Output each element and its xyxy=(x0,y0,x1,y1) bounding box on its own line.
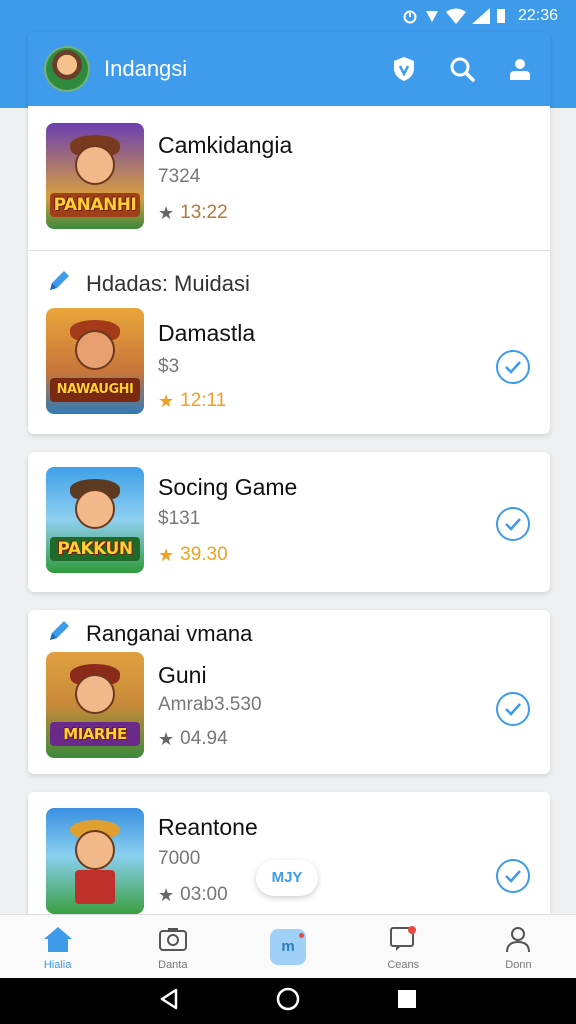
game-subtitle: $3 xyxy=(158,356,180,377)
bottom-nav: Hialia Danta m Ceans Donn xyxy=(0,914,576,978)
check-icon[interactable] xyxy=(496,859,530,893)
back-icon[interactable] xyxy=(159,988,179,1015)
divider xyxy=(28,250,550,251)
game-thumbnail xyxy=(46,808,144,914)
game-subtitle: 7000 xyxy=(158,848,201,869)
star-icon: ★ xyxy=(158,884,175,905)
nav-label: Danta xyxy=(158,958,188,971)
section-header: Hdadas: Muidasi xyxy=(46,268,250,300)
nav-label: Ceans xyxy=(387,958,420,971)
nav-item-camera[interactable]: Danta xyxy=(115,915,230,978)
top-card: PANANHI Camkidangia 7324 ★ 13:22 Hdadas:… xyxy=(28,106,550,434)
battery-icon xyxy=(496,8,506,24)
nav-item-home[interactable]: Hialia xyxy=(0,915,115,978)
status-bar: 22:36 xyxy=(0,0,576,32)
game-title: Camkidangia xyxy=(158,132,293,158)
home-button-icon[interactable] xyxy=(276,987,300,1016)
list-item[interactable]: PANANHI Camkidangia 7324 ★ 13:22 xyxy=(28,106,550,250)
center-icon: m xyxy=(270,928,306,965)
game-rating: ★ 04.94 xyxy=(158,728,228,749)
shield-icon[interactable] xyxy=(390,55,418,83)
header-actions xyxy=(390,55,534,83)
nav-item-chat[interactable]: Ceans xyxy=(346,915,461,978)
signal-icon xyxy=(471,8,490,24)
game-card[interactable]: Ranganai vmana MIARHE Guni Amrab3.530 ★ … xyxy=(28,610,550,774)
floating-pill-button[interactable]: MJY xyxy=(256,860,318,896)
location-icon xyxy=(424,8,440,24)
alarm-icon xyxy=(402,8,418,24)
app-header: Indangsi xyxy=(28,32,550,106)
game-subtitle: $131 xyxy=(158,508,201,529)
list-item[interactable]: NAWAUGHI Damastla $3 ★ 12:11 xyxy=(28,302,550,432)
chat-icon xyxy=(386,923,420,955)
check-icon[interactable] xyxy=(496,692,530,726)
app-title: Indangsi xyxy=(104,56,188,81)
check-icon[interactable] xyxy=(496,507,530,541)
pencil-icon xyxy=(46,618,72,650)
pencil-icon xyxy=(46,268,72,300)
star-icon: ★ xyxy=(158,202,175,223)
star-icon: ★ xyxy=(158,544,175,565)
nav-item-center[interactable]: m xyxy=(230,915,345,978)
game-rating: ★ 39.30 xyxy=(158,544,228,565)
game-card[interactable]: PAKKUN Socing Game $131 ★ 39.30 xyxy=(28,452,550,592)
wifi-icon xyxy=(445,8,466,24)
game-rating: ★ 13:22 xyxy=(158,202,228,223)
game-title: Reantone xyxy=(158,814,258,840)
game-title: Guni xyxy=(158,662,207,688)
star-icon: ★ xyxy=(158,390,175,411)
camera-icon xyxy=(156,923,190,955)
game-subtitle: Amrab3.530 xyxy=(158,694,262,715)
game-title: Socing Game xyxy=(158,474,298,500)
system-nav-bar xyxy=(0,978,576,1024)
game-rating: ★ 03:00 xyxy=(158,884,228,905)
profile-icon[interactable] xyxy=(506,55,534,83)
game-thumbnail: NAWAUGHI xyxy=(46,308,144,414)
game-thumbnail: PANANHI xyxy=(46,123,144,229)
nav-label: Donn xyxy=(505,958,532,971)
game-subtitle: 7324 xyxy=(158,166,201,187)
person-icon xyxy=(501,923,535,955)
check-icon[interactable] xyxy=(496,350,530,384)
recents-icon[interactable] xyxy=(397,989,417,1014)
avatar[interactable] xyxy=(44,46,90,92)
section-header: Ranganai vmana xyxy=(46,618,252,650)
nav-item-profile[interactable]: Donn xyxy=(461,915,576,978)
star-icon: ★ xyxy=(158,728,175,749)
game-card[interactable]: Reantone 7000 ★ 03:00 xyxy=(28,792,550,922)
game-thumbnail: MIARHE xyxy=(46,652,144,758)
game-rating: ★ 12:11 xyxy=(158,390,227,411)
search-icon[interactable] xyxy=(448,55,476,83)
home-icon xyxy=(41,923,75,955)
game-thumbnail: PAKKUN xyxy=(46,467,144,573)
status-time: 22:36 xyxy=(517,7,558,24)
nav-label: Hialia xyxy=(43,958,72,971)
game-title: Damastla xyxy=(158,320,256,346)
